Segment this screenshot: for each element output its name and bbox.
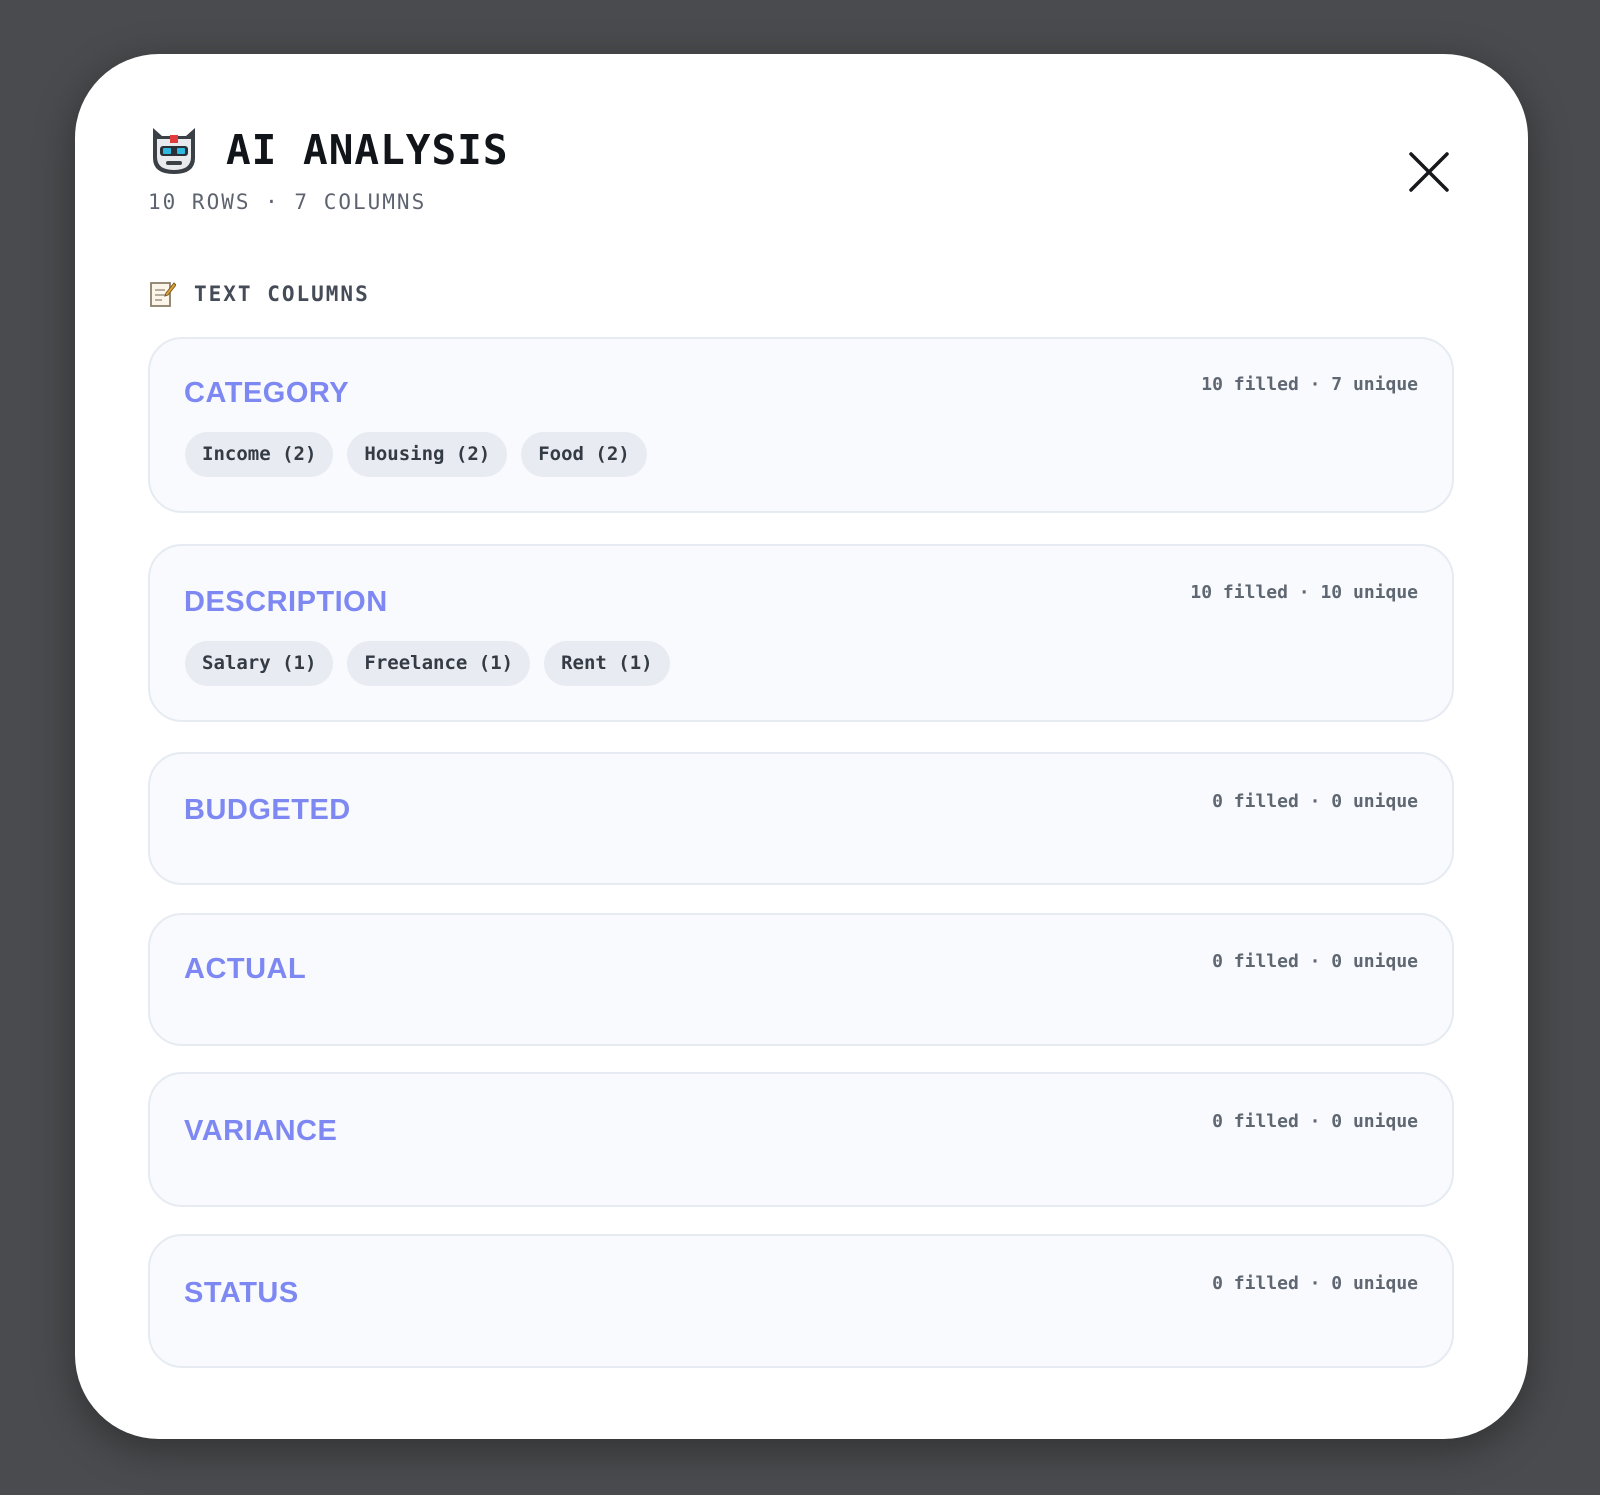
- modal-title: AI ANALYSIS: [226, 126, 509, 174]
- column-stats: 0 filled · 0 unique: [1212, 791, 1418, 812]
- column-name: CATEGORY: [184, 377, 350, 409]
- column-card-description: DESCRIPTION 10 filled · 10 unique Salary…: [148, 544, 1454, 722]
- column-name: DESCRIPTION: [184, 586, 388, 618]
- column-card-status: STATUS 0 filled · 0 unique: [148, 1234, 1454, 1368]
- memo-icon: [150, 282, 176, 307]
- modal-header: AI ANALYSIS 10 ROWS · 7 COLUMNS: [148, 124, 509, 214]
- column-stats: 10 filled · 7 unique: [1201, 374, 1418, 395]
- section-label: TEXT COLUMNS: [194, 282, 370, 306]
- column-card-budgeted: BUDGETED 0 filled · 0 unique: [148, 752, 1454, 885]
- column-stats: 10 filled · 10 unique: [1190, 582, 1418, 603]
- column-name: ACTUAL: [184, 953, 307, 985]
- column-card-category: CATEGORY 10 filled · 7 unique Income (2)…: [148, 337, 1454, 513]
- close-icon[interactable]: [1407, 150, 1451, 194]
- column-name: STATUS: [184, 1277, 299, 1309]
- column-card-actual: ACTUAL 0 filled · 0 unique: [148, 913, 1454, 1046]
- column-name: BUDGETED: [184, 794, 351, 826]
- value-chip: Rent (1): [544, 641, 670, 686]
- value-chip: Freelance (1): [347, 641, 531, 686]
- value-chip: Food (2): [521, 432, 647, 477]
- value-chips: Income (2) Housing (2) Food (2): [185, 432, 647, 477]
- column-stats: 0 filled · 0 unique: [1212, 1111, 1418, 1132]
- column-name: VARIANCE: [184, 1115, 338, 1147]
- modal-subtitle: 10 ROWS · 7 COLUMNS: [148, 190, 427, 214]
- value-chip: Housing (2): [347, 432, 508, 477]
- section-heading: TEXT COLUMNS: [148, 280, 370, 308]
- value-chips: Salary (1) Freelance (1) Rent (1): [185, 641, 670, 686]
- column-card-variance: VARIANCE 0 filled · 0 unique: [148, 1072, 1454, 1207]
- title-row: AI ANALYSIS: [148, 124, 509, 176]
- column-stats: 0 filled · 0 unique: [1212, 951, 1418, 972]
- value-chip: Income (2): [185, 432, 334, 477]
- robot-icon: [153, 128, 195, 174]
- column-stats: 0 filled · 0 unique: [1212, 1273, 1418, 1294]
- ai-analysis-modal: AI ANALYSIS 10 ROWS · 7 COLUMNS TEXT COL…: [75, 54, 1528, 1439]
- value-chip: Salary (1): [185, 641, 334, 686]
